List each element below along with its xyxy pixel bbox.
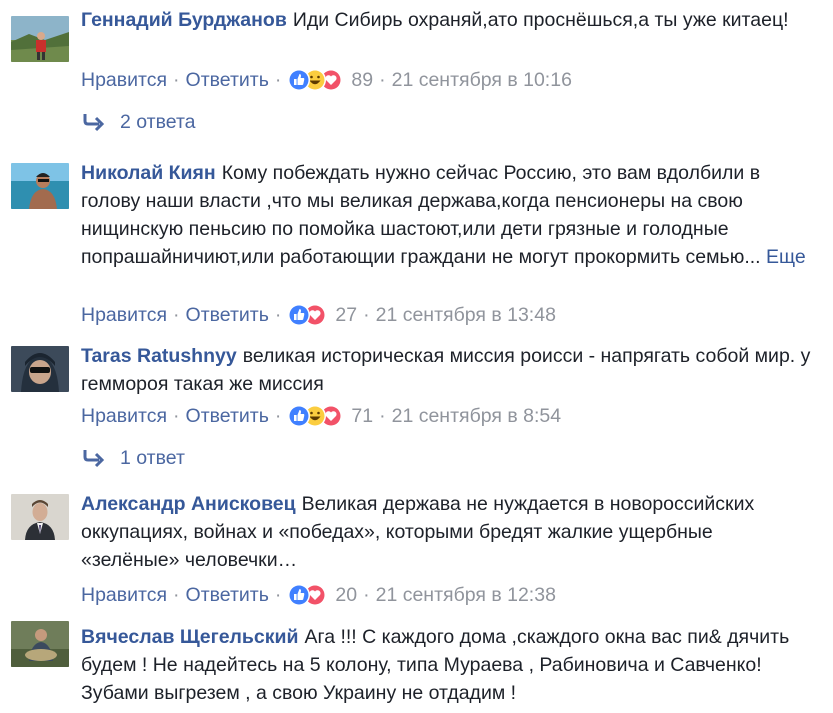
- timestamp[interactable]: 21 сентября в 12:38: [376, 581, 556, 609]
- timestamp[interactable]: 21 сентября в 10:16: [392, 66, 572, 94]
- comment-text: Taras Ratushnyy великая историческая мисс…: [81, 342, 815, 398]
- like-button[interactable]: Нравится: [81, 301, 167, 329]
- avatar[interactable]: [11, 163, 69, 209]
- reply-arrow-icon: [83, 450, 105, 468]
- reaction-count[interactable]: 89: [351, 66, 373, 94]
- author-link[interactable]: Геннадий Бурджанов: [81, 9, 287, 31]
- reply-button[interactable]: Ответить: [186, 581, 269, 609]
- like-icon: [288, 304, 311, 326]
- reactions-summary[interactable]: [287, 582, 329, 608]
- reactions-summary[interactable]: [287, 302, 329, 328]
- replies-link[interactable]: 2 ответа: [81, 108, 196, 136]
- reply-button[interactable]: Ответить: [186, 66, 269, 94]
- author-link[interactable]: Александр Анисковец: [81, 493, 296, 515]
- reactions-summary[interactable]: [287, 67, 345, 93]
- like-button[interactable]: Нравится: [81, 66, 167, 94]
- comment-actions: Нравится · Ответить ·: [81, 402, 561, 430]
- reaction-count[interactable]: 20: [335, 581, 357, 609]
- like-button[interactable]: Нравится: [81, 581, 167, 609]
- reply-arrow-icon: [83, 114, 105, 132]
- separator: ·: [173, 69, 180, 91]
- avatar[interactable]: [11, 346, 69, 392]
- comment-text: Геннадий Бурджанов Иди Сибирь охраняй,ато…: [81, 6, 815, 34]
- avatar[interactable]: [11, 494, 69, 540]
- like-button[interactable]: Нравится: [81, 402, 167, 430]
- reaction-count[interactable]: 71: [351, 402, 373, 430]
- comment-actions: Нравится · Ответить · 27 · 21 сентября в…: [81, 301, 556, 329]
- author-link[interactable]: Taras Ratushnyy: [81, 345, 237, 367]
- comment-text: Вячеслав Щегельский Ага !!! С каждого дом…: [81, 623, 815, 707]
- like-icon: [288, 69, 311, 91]
- separator: ·: [274, 304, 282, 326]
- like-icon: [288, 405, 311, 427]
- comment-text: Александр Анисковец Великая держава не ну…: [81, 490, 815, 574]
- separator: ·: [363, 584, 370, 606]
- replies-count[interactable]: 1 ответ: [120, 444, 185, 472]
- reactions-summary[interactable]: [287, 403, 345, 429]
- separator: ·: [274, 69, 282, 91]
- separator: ·: [173, 405, 180, 427]
- timestamp[interactable]: 21 сентября в 8:54: [392, 402, 561, 430]
- timestamp[interactable]: 21 сентября в 13:48: [376, 301, 556, 329]
- avatar[interactable]: [11, 621, 69, 667]
- separator: ·: [274, 584, 282, 606]
- replies-link[interactable]: 1 ответ: [81, 444, 185, 472]
- reply-button[interactable]: Ответить: [186, 301, 269, 329]
- replies-count[interactable]: 2 ответа: [120, 108, 196, 136]
- reply-button[interactable]: Ответить: [186, 402, 269, 430]
- avatar[interactable]: [11, 16, 69, 62]
- separator: ·: [379, 405, 386, 427]
- separator: ·: [379, 69, 386, 91]
- comment-actions: Нравится · Ответить ·: [81, 66, 572, 94]
- like-icon: [288, 584, 311, 606]
- comment-actions: Нравится · Ответить · 20 · 21 сентября в…: [81, 581, 556, 609]
- separator: ·: [173, 304, 180, 326]
- comment-text: Николай Киян Кому побеждать нужно сейчас …: [81, 159, 815, 271]
- reaction-count[interactable]: 27: [335, 301, 357, 329]
- author-link[interactable]: Вячеслав Щегельский: [81, 626, 299, 648]
- comment-body: Иди Сибирь охраняй,ато проснёшься,а ты у…: [292, 9, 789, 31]
- separator: ·: [173, 584, 180, 606]
- see-more-link[interactable]: Еще: [766, 246, 806, 268]
- author-link[interactable]: Николай Киян: [81, 162, 216, 184]
- separator: ·: [274, 405, 282, 427]
- separator: ·: [363, 304, 370, 326]
